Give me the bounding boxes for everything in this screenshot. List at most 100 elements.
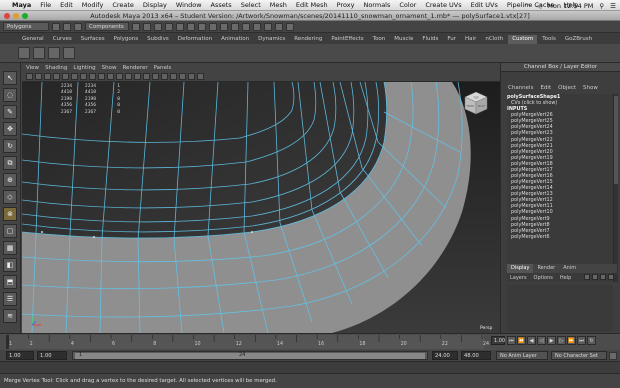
tab-general[interactable]: General bbox=[18, 35, 48, 44]
face-mask-icon[interactable] bbox=[187, 22, 195, 31]
tab-polygons[interactable]: Polygons bbox=[110, 35, 142, 44]
tab-animation[interactable]: Animation bbox=[217, 35, 253, 44]
minimize-window-icon[interactable] bbox=[13, 13, 19, 19]
uv-mask-icon[interactable] bbox=[198, 22, 206, 31]
channel-box-scrollbar[interactable] bbox=[613, 94, 618, 282]
menu-create-uvs[interactable]: Create UVs bbox=[425, 1, 461, 9]
menu-set-dropdown[interactable]: Polygons bbox=[3, 22, 49, 31]
xray-joints-icon[interactable] bbox=[197, 73, 204, 80]
menu-mesh[interactable]: Mesh bbox=[270, 1, 287, 9]
animation-start-field[interactable]: 1.00 bbox=[6, 351, 34, 360]
viewport-menu-renderer[interactable]: Renderer bbox=[122, 65, 147, 71]
auto-key-icon[interactable] bbox=[609, 352, 617, 360]
view-cube-right[interactable]: RIGHT bbox=[478, 105, 486, 108]
wireframe-on-shaded-icon[interactable] bbox=[143, 73, 150, 80]
viewport-menu-panels[interactable]: Panels bbox=[154, 65, 172, 71]
go-to-start-icon[interactable]: ⏮ bbox=[507, 336, 516, 345]
new-scene-icon[interactable] bbox=[52, 22, 60, 31]
viewport-menu-view[interactable]: View bbox=[26, 65, 39, 71]
layout-side-icon[interactable]: ◧ bbox=[3, 258, 17, 272]
scale-tool-icon[interactable]: ⧉ bbox=[3, 156, 17, 170]
camera-select-icon[interactable] bbox=[26, 73, 33, 80]
tab-fur[interactable]: Fur bbox=[443, 35, 460, 44]
four-view-icon[interactable]: ▦ bbox=[3, 241, 17, 255]
playback-end-field[interactable]: 24.00 bbox=[432, 351, 458, 360]
safe-action-icon[interactable] bbox=[107, 73, 114, 80]
scrollbar-thumb[interactable] bbox=[614, 96, 618, 184]
step-forward-frame-icon[interactable]: ▷ bbox=[557, 336, 566, 345]
step-back-key-icon[interactable]: ⏪ bbox=[517, 336, 526, 345]
play-backward-icon[interactable]: ◁ bbox=[537, 336, 546, 345]
viewport-menu-lighting[interactable]: Lighting bbox=[73, 65, 95, 71]
tab-curves[interactable]: Curves bbox=[49, 35, 76, 44]
vertex-mask-icon[interactable] bbox=[165, 22, 173, 31]
menu-proxy[interactable]: Proxy bbox=[337, 1, 355, 9]
view-cube-top[interactable]: TOP bbox=[473, 96, 479, 100]
shelf-tool-icon[interactable] bbox=[63, 47, 75, 59]
range-slider-handle[interactable] bbox=[75, 353, 425, 359]
tab-gozbrush[interactable]: GoZBrush bbox=[561, 35, 596, 44]
view-cube-front[interactable]: FRONT bbox=[467, 105, 475, 108]
character-set-dropdown[interactable]: No Character Set bbox=[551, 351, 607, 360]
menu-color[interactable]: Color bbox=[399, 1, 416, 9]
selection-mode-dropdown[interactable]: Components bbox=[85, 22, 129, 31]
tab-toon[interactable]: Toon bbox=[369, 35, 390, 44]
tab-muscle[interactable]: Muscle bbox=[390, 35, 417, 44]
select-tool-icon[interactable]: ↖ bbox=[3, 71, 17, 85]
outliner-layout-icon[interactable]: ☰ bbox=[3, 292, 17, 306]
menu-select[interactable]: Select bbox=[241, 1, 261, 9]
use-all-lights-icon[interactable] bbox=[161, 73, 168, 80]
shadows-icon[interactable] bbox=[170, 73, 177, 80]
mesh-wireframe[interactable] bbox=[22, 82, 500, 333]
save-scene-icon[interactable] bbox=[74, 22, 82, 31]
new-layer-selected-icon[interactable] bbox=[608, 274, 614, 280]
move-layer-down-icon[interactable] bbox=[592, 274, 598, 280]
menu-file[interactable]: File bbox=[40, 1, 51, 9]
layer-list[interactable] bbox=[507, 285, 613, 331]
tab-rendering[interactable]: Rendering bbox=[290, 35, 326, 44]
channel-box-menu-edit[interactable]: Edit bbox=[540, 85, 551, 91]
snap-curve-icon[interactable] bbox=[220, 22, 228, 31]
xray-icon[interactable] bbox=[188, 73, 195, 80]
tab-subdivs[interactable]: Subdivs bbox=[143, 35, 173, 44]
input-node[interactable]: polyMergeVert6 bbox=[507, 234, 613, 240]
bookmark-icon[interactable] bbox=[44, 73, 51, 80]
tab-anim[interactable]: Anim bbox=[559, 264, 580, 273]
viewport-menu-shading[interactable]: Shading bbox=[45, 65, 67, 71]
viewport-3d[interactable]: 2234 2234 1 4418 4418 2 2198 2198 0 4356 4356 0 … bbox=[22, 82, 500, 333]
resolution-gate-icon[interactable] bbox=[80, 73, 87, 80]
menu-edit-mesh[interactable]: Edit Mesh bbox=[296, 1, 328, 9]
channel-box-menu-channels[interactable]: Channels bbox=[508, 85, 533, 91]
rotate-tool-icon[interactable]: ↻ bbox=[3, 139, 17, 153]
tab-custom[interactable]: Custom bbox=[508, 35, 538, 44]
menu-edit-uvs[interactable]: Edit UVs bbox=[471, 1, 498, 9]
edge-mask-icon[interactable] bbox=[176, 22, 184, 31]
render-icon[interactable] bbox=[264, 22, 272, 31]
tab-fluids[interactable]: Fluids bbox=[418, 35, 442, 44]
layer-menu-options[interactable]: Options bbox=[534, 275, 553, 281]
go-to-end-icon[interactable]: ⏭ bbox=[577, 336, 586, 345]
textured-icon[interactable] bbox=[152, 73, 159, 80]
grid-toggle-icon[interactable] bbox=[62, 73, 69, 80]
tab-tools[interactable]: Tools bbox=[538, 35, 560, 44]
shelf-tool-icon[interactable] bbox=[33, 47, 45, 59]
gate-mask-icon[interactable] bbox=[89, 73, 96, 80]
tab-painteffects[interactable]: PaintEffects bbox=[327, 35, 367, 44]
wireframe-icon[interactable] bbox=[125, 73, 132, 80]
single-view-icon[interactable]: ▢ bbox=[3, 224, 17, 238]
menu-assets[interactable]: Assets bbox=[211, 1, 232, 9]
render-settings-icon[interactable] bbox=[286, 22, 294, 31]
time-slider[interactable]: 1 2 4 6 8 10 12 14 16 18 20 22 24 1.00 ⏮ ⏪ ◀ ◁ ▶ ▷ ⏩… bbox=[0, 333, 620, 350]
ipr-render-icon[interactable] bbox=[275, 22, 283, 31]
paint-select-icon[interactable]: ✎ bbox=[3, 105, 17, 119]
move-tool-icon[interactable]: ✥ bbox=[3, 122, 17, 136]
volume-icon[interactable]: ◁ bbox=[536, 2, 541, 10]
layer-menu-help[interactable]: Help bbox=[560, 275, 571, 281]
close-window-icon[interactable] bbox=[4, 13, 10, 19]
isolate-select-icon[interactable] bbox=[179, 73, 186, 80]
graph-layout-icon[interactable]: ≋ bbox=[3, 309, 17, 323]
tab-surfaces[interactable]: Surfaces bbox=[77, 35, 109, 44]
channel-box-menu-object[interactable]: Object bbox=[558, 85, 576, 91]
clock[interactable]: Mon 12:54 PM bbox=[547, 2, 593, 10]
select-object-icon[interactable] bbox=[143, 22, 151, 31]
